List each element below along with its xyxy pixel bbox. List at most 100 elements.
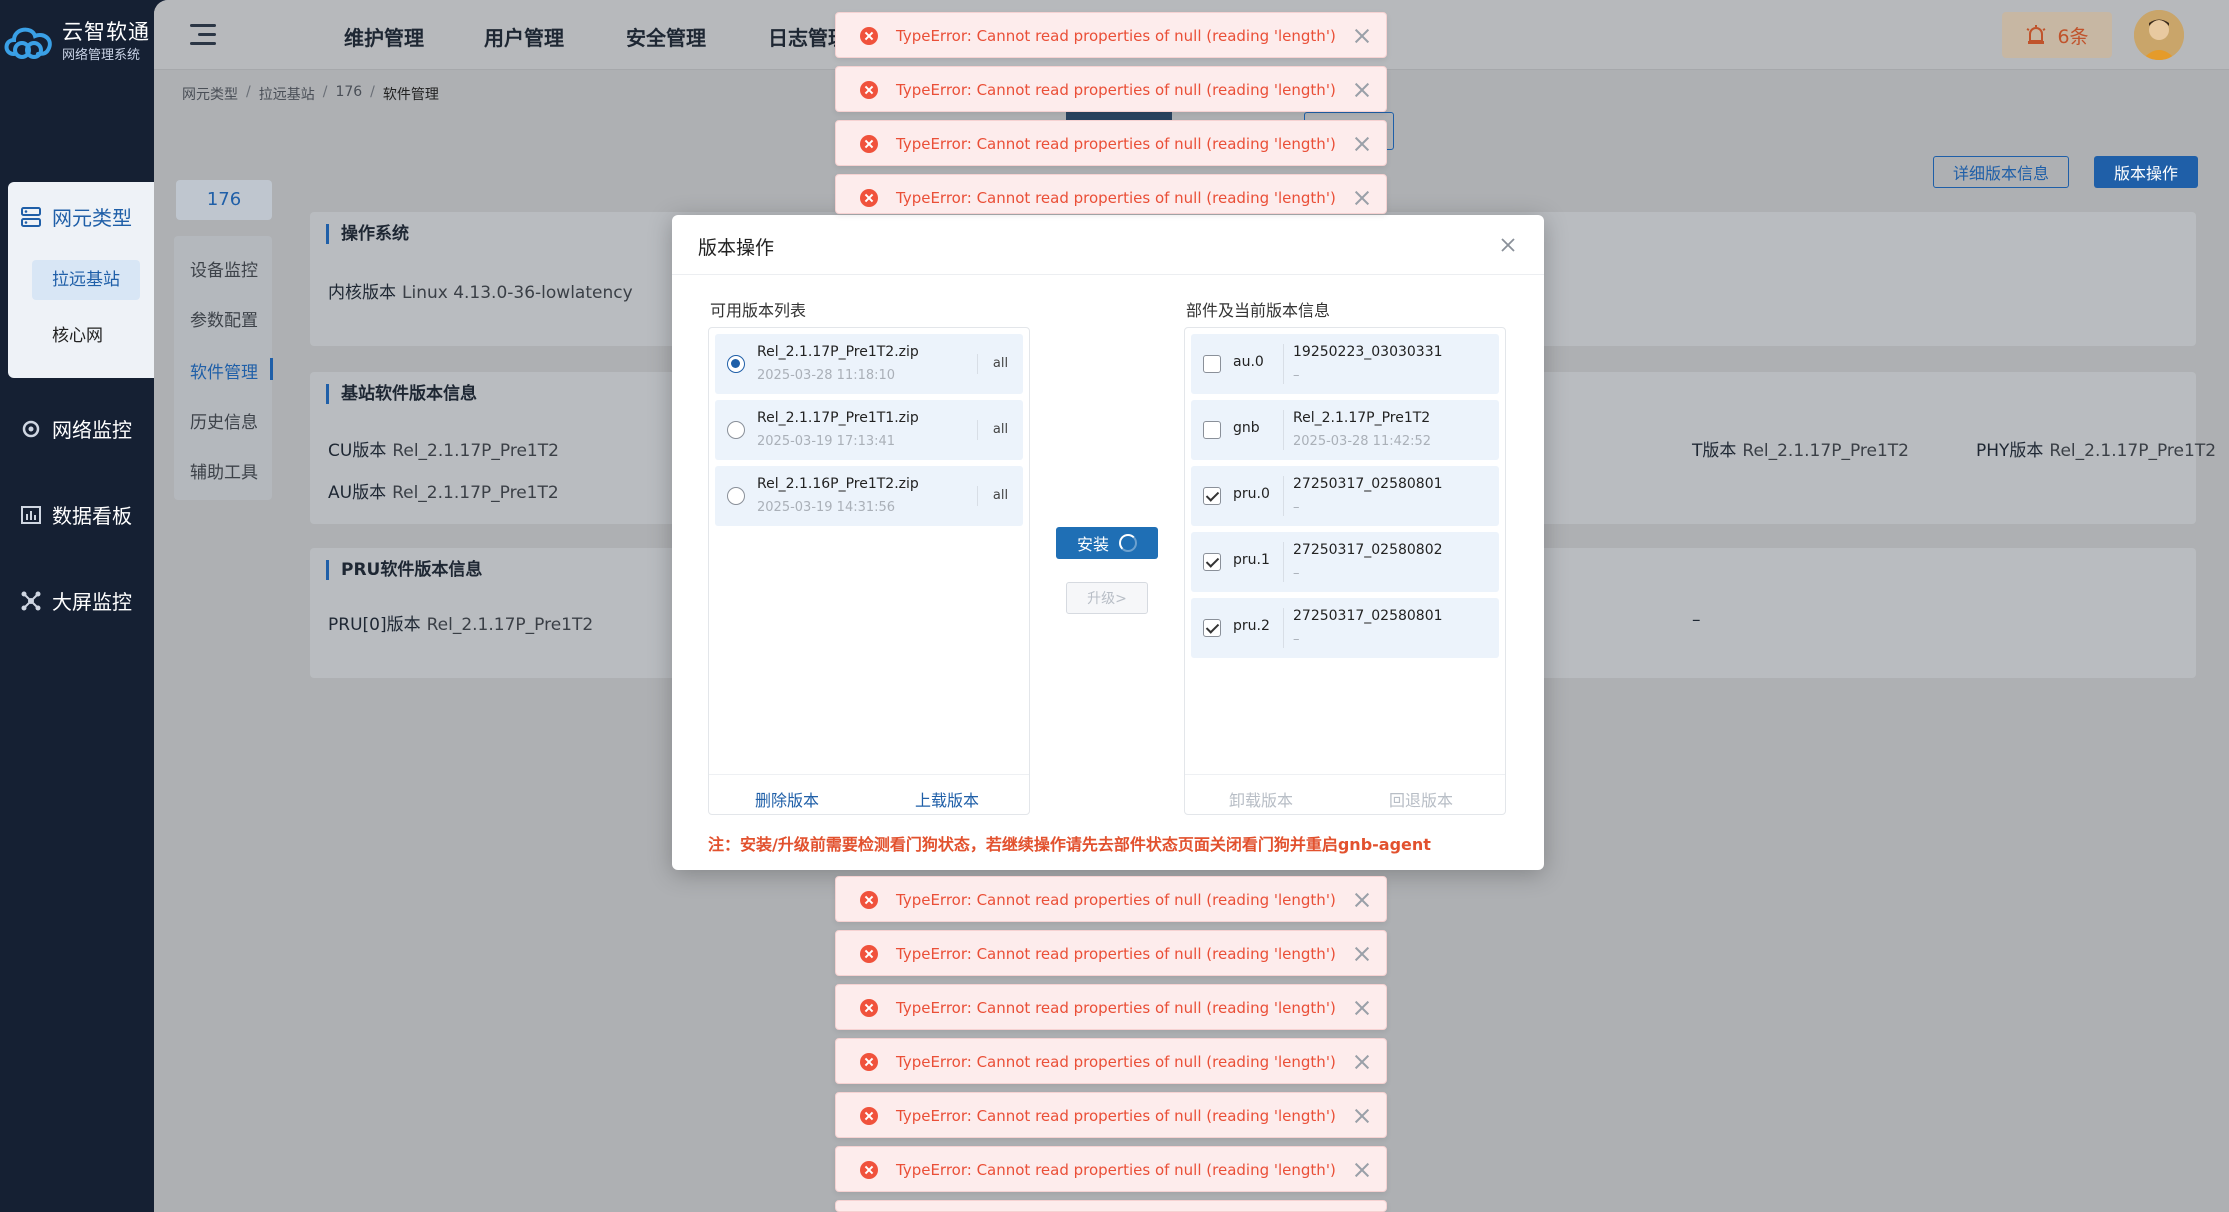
subnav-history[interactable]: 历史信息 [190, 408, 258, 433]
component-item[interactable]: pru.1 27250317_02580802 – [1191, 532, 1499, 592]
close-icon[interactable] [1352, 26, 1372, 46]
component-checkbox[interactable] [1203, 553, 1221, 571]
close-icon[interactable] [1352, 998, 1372, 1018]
component-item[interactable]: pru.0 27250317_02580801 – [1191, 466, 1499, 526]
kernel-version: 内核版本 Linux 4.13.0-36-lowlatency [328, 283, 633, 303]
version-radio[interactable] [727, 421, 745, 439]
error-icon [860, 891, 878, 909]
logo: 云智软通 网络管理系统 [0, 10, 154, 70]
close-icon[interactable] [1352, 134, 1372, 154]
error-toast: TypeError: Cannot read properties of nul… [835, 1146, 1387, 1192]
component-item[interactable]: pru.2 27250317_02580801 – [1191, 598, 1499, 658]
network-nodes-icon [21, 591, 41, 610]
error-icon [860, 1107, 878, 1125]
version-radio[interactable] [727, 355, 745, 373]
version-radio[interactable] [727, 487, 745, 505]
topnav-maintenance[interactable]: 维护管理 [344, 22, 424, 51]
close-icon[interactable] [1352, 1052, 1372, 1072]
sidebar-item-ne-type[interactable]: 网元类型 [20, 202, 132, 231]
uninstall-version-button[interactable]: 卸载版本 [1229, 787, 1293, 811]
close-icon[interactable] [1352, 188, 1372, 208]
close-icon[interactable] [1352, 890, 1372, 910]
alarm-badge[interactable]: 6条 [2002, 12, 2112, 58]
component-checkbox[interactable] [1203, 355, 1221, 373]
app-subtitle: 网络管理系统 [62, 48, 141, 63]
available-versions-list: Rel_2.1.17P_Pre1T2.zip 2025-03-28 11:18:… [708, 327, 1030, 815]
pru-title: PRU软件版本信息 [326, 560, 482, 580]
pru0-version: PRU[0]版本 Rel_2.1.17P_Pre1T2 [328, 615, 594, 635]
version-item[interactable]: Rel_2.1.16P_Pre1T2.zip 2025-03-19 14:31:… [715, 466, 1023, 526]
subnav-tools[interactable]: 辅助工具 [190, 458, 258, 483]
delete-version-button[interactable]: 删除版本 [755, 787, 819, 811]
breadcrumb-item[interactable]: 176 [335, 84, 362, 104]
subnav-software-mgmt[interactable]: 软件管理 [190, 358, 258, 383]
version-item[interactable]: Rel_2.1.17P_Pre1T2.zip 2025-03-28 11:18:… [715, 334, 1023, 394]
components-list: au.0 19250223_03030331 – gnb Rel_2.1.17P… [1184, 327, 1506, 815]
menu-toggle-icon[interactable] [190, 24, 216, 46]
error-icon [860, 189, 878, 207]
component-checkbox[interactable] [1203, 487, 1221, 505]
subnav-device-monitor[interactable]: 设备监控 [190, 256, 258, 281]
sidebar-subitem-core-net[interactable]: 核心网 [32, 316, 123, 356]
server-icon [21, 206, 41, 227]
gear-monitor-icon [22, 420, 40, 437]
watchdog-note: 注：安装/升级前需要检测看门狗状态，若继续操作请先去部件状态页面关闭看门狗并重启… [708, 835, 1431, 854]
sidebar-item-dashboard[interactable]: 数据看板 [20, 500, 132, 529]
component-checkbox[interactable] [1203, 421, 1221, 439]
pru-dash: – [1692, 610, 1701, 630]
base-title: 基站软件版本信息 [326, 384, 477, 404]
subnav-param-config[interactable]: 参数配置 [190, 306, 258, 331]
version-item[interactable]: Rel_2.1.17P_Pre1T1.zip 2025-03-19 17:13:… [715, 400, 1023, 460]
error-toast: TypeError: Cannot read properties of nul… [835, 1092, 1387, 1138]
component-checkbox[interactable] [1203, 619, 1221, 637]
close-icon[interactable] [1352, 1106, 1372, 1126]
breadcrumb-item[interactable]: 拉远基站 [259, 84, 315, 104]
sidebar-item-label: 网络监控 [52, 418, 132, 442]
error-icon [860, 945, 878, 963]
error-toast: TypeError: Cannot read properties of nul… [835, 120, 1387, 166]
au-version: AU版本 Rel_2.1.17P_Pre1T2 [328, 483, 559, 503]
topnav-security[interactable]: 安全管理 [626, 22, 706, 51]
component-item[interactable]: au.0 19250223_03030331 – [1191, 334, 1499, 394]
avatar-icon [2134, 10, 2184, 60]
error-icon [860, 1053, 878, 1071]
dialog-title: 版本操作 [698, 237, 775, 259]
close-icon[interactable] [1352, 80, 1372, 100]
error-toast: TypeError: Cannot read properties of nul… [835, 66, 1387, 112]
error-toast: TypeError: Cannot read properties of nul… [835, 174, 1387, 214]
app-title: 云智软通 [62, 20, 150, 44]
components-label: 部件及当前版本信息 [1186, 301, 1331, 320]
version-operation-dialog: 版本操作 可用版本列表 部件及当前版本信息 Rel_2.1.17P_Pre1T2… [672, 215, 1544, 870]
rollback-version-button[interactable]: 回退版本 [1389, 787, 1453, 811]
subnav-active-bar [270, 358, 273, 380]
upload-version-button[interactable]: 上载版本 [915, 787, 979, 811]
alarm-bell-icon [2027, 25, 2046, 44]
close-icon[interactable] [1352, 944, 1372, 964]
breadcrumb-item[interactable]: 网元类型 [182, 84, 238, 104]
breadcrumb-current: 软件管理 [382, 87, 439, 103]
available-versions-label: 可用版本列表 [710, 301, 807, 320]
error-toast-partial [835, 1200, 1387, 1212]
component-item[interactable]: gnb Rel_2.1.17P_Pre1T2 2025-03-28 11:42:… [1191, 400, 1499, 460]
dialog-header: 版本操作 [672, 215, 1544, 275]
breadcrumb: 网元类型 / 拉远基站/ 176/ 软件管理 [182, 84, 439, 104]
sidebar-item-big-screen[interactable]: 大屏监控 [20, 586, 132, 615]
sidebar-item-label: 数据看板 [52, 504, 132, 528]
os-title: 操作系统 [326, 224, 409, 244]
error-icon [860, 999, 878, 1017]
sidebar-item-net-monitor[interactable]: 网络监控 [20, 414, 132, 443]
topnav-users[interactable]: 用户管理 [484, 22, 564, 51]
components-footer: 卸载版本 回退版本 [1185, 774, 1505, 814]
install-button[interactable]: 安装 [1056, 527, 1158, 559]
user-avatar[interactable] [2134, 10, 2184, 60]
close-icon[interactable] [1496, 233, 1520, 257]
sidebar-subitem-remote-bs[interactable]: 拉远基站 [32, 260, 140, 300]
close-icon[interactable] [1352, 1160, 1372, 1180]
t-version: T版本 Rel_2.1.17P_Pre1T2 [1692, 441, 1909, 461]
versions-footer: 删除版本 上载版本 [709, 774, 1029, 814]
error-icon [860, 27, 878, 45]
detail-version-button[interactable]: 详细版本信息 [1933, 156, 2069, 188]
loading-spinner-icon [1119, 534, 1137, 552]
version-op-button[interactable]: 版本操作 [2094, 156, 2198, 188]
upgrade-button[interactable]: 升级> [1066, 582, 1148, 614]
